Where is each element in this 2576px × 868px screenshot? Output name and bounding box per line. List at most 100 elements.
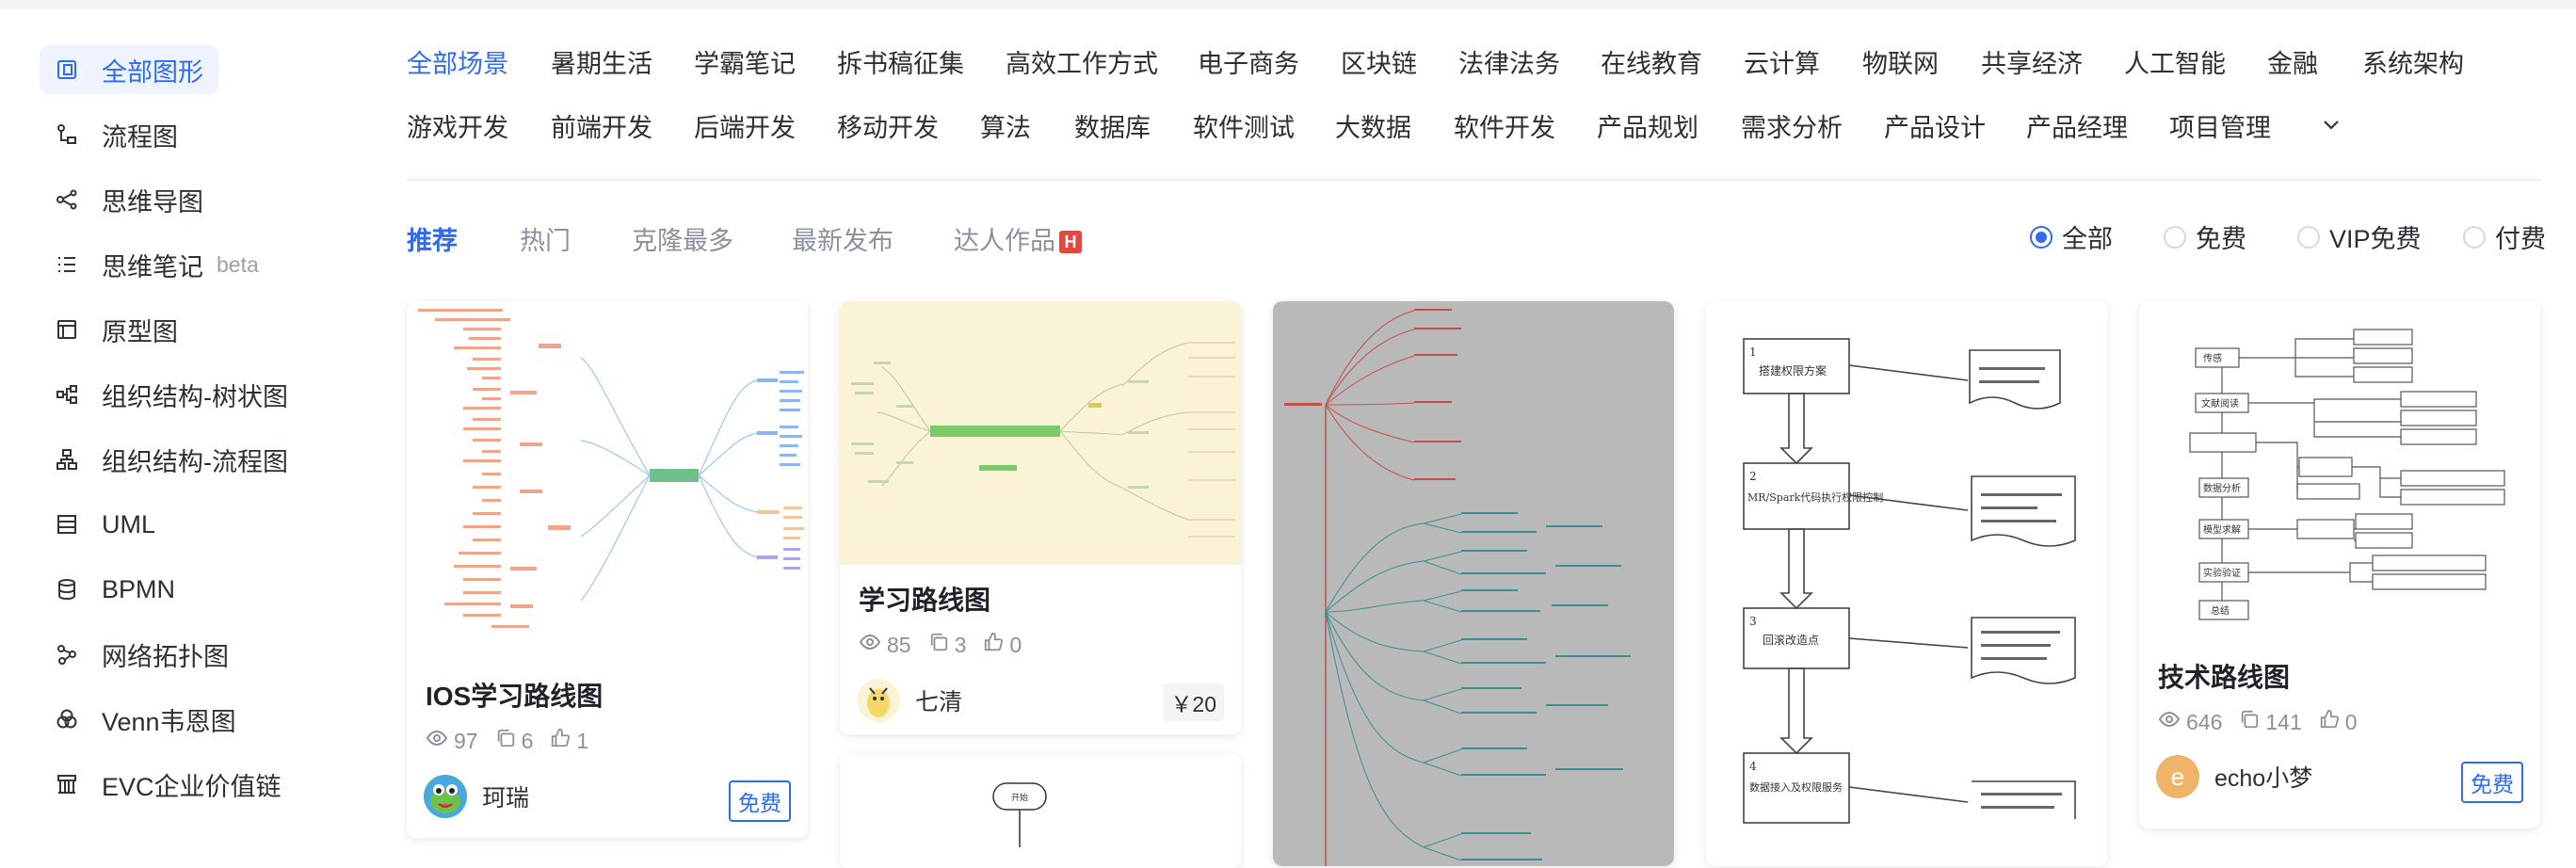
category-item[interactable]: 项目管理: [2169, 107, 2271, 144]
org-tree-icon: [55, 382, 79, 407]
flow-node-text: 文献阅读: [2201, 397, 2239, 410]
card-title[interactable]: 技术路线图: [2158, 657, 2290, 695]
category-item[interactable]: 暑期生活: [551, 43, 652, 80]
flow-node-text: 数据分析: [2203, 482, 2241, 494]
views-stat: 97: [426, 727, 478, 755]
filter-label: 免费: [2196, 225, 2246, 253]
category-item[interactable]: 共享经济: [1981, 43, 2083, 80]
sidebar-item-org-flow[interactable]: 组织结构-流程图: [40, 435, 303, 484]
card-author[interactable]: 七清: [857, 679, 962, 722]
card-thumbnail: [840, 301, 1241, 565]
category-item[interactable]: 产品规划: [1597, 107, 1699, 144]
eye-icon: [426, 727, 454, 755]
category-item[interactable]: 算法: [980, 107, 1031, 144]
radio-icon: [2297, 225, 2320, 249]
category-item[interactable]: 系统架构: [2362, 43, 2464, 80]
price-badge: 免费: [2461, 762, 2523, 803]
sidebar-item-venn[interactable]: Venn韦恩图: [40, 695, 251, 744]
card-author[interactable]: e echo小梦: [2156, 755, 2312, 798]
card-stats: 646 141 0: [2158, 708, 2375, 736]
category-item[interactable]: 软件测试: [1193, 107, 1295, 144]
category-item[interactable]: 移动开发: [837, 107, 939, 144]
card-thumbnail: [1273, 301, 1674, 866]
radio-icon: [2463, 225, 2486, 249]
tab-most-cloned[interactable]: 克隆最多: [632, 220, 733, 257]
tab-hot[interactable]: 热门: [520, 220, 571, 257]
tab-recommended[interactable]: 推荐: [407, 220, 458, 257]
author-name: echo小梦: [2214, 765, 2313, 792]
likes-count: 1: [576, 728, 589, 753]
filter-vip-free[interactable]: VIP免费: [2297, 218, 2422, 255]
hot-badge: H: [1059, 231, 1082, 253]
category-item[interactable]: 前端开发: [551, 107, 652, 144]
sidebar-item-prototype[interactable]: 原型图: [40, 305, 193, 354]
evc-icon: [55, 772, 79, 796]
filter-all[interactable]: 全部: [2030, 218, 2113, 255]
mindmap-icon: [55, 187, 79, 212]
category-item[interactable]: 产品经理: [2026, 107, 2128, 144]
sidebar-item-bpmn[interactable]: BPMN: [40, 565, 190, 614]
sidebar-item-org-tree[interactable]: 组织结构-树状图: [40, 370, 303, 419]
sidebar-item-evc[interactable]: EVC企业价值链: [40, 760, 297, 809]
card-stats: 85 3 0: [859, 631, 1038, 659]
category-item[interactable]: 产品设计: [1884, 107, 1986, 144]
card-title[interactable]: 学习路线图: [859, 580, 990, 618]
org-flow-icon: [55, 447, 79, 472]
category-item[interactable]: 金融: [2267, 43, 2318, 80]
sidebar-item-mind-notes[interactable]: 思维笔记 beta: [40, 240, 274, 289]
category-item[interactable]: 大数据: [1335, 107, 1411, 144]
category-item[interactable]: 云计算: [1744, 43, 1820, 80]
template-card[interactable]: 学习路线图 85 3 0 七清 ￥20: [840, 301, 1241, 734]
sidebar-item-label: 网络拓扑图: [102, 642, 229, 671]
category-item[interactable]: 后端开发: [694, 107, 796, 144]
filter-free[interactable]: 免费: [2164, 218, 2246, 255]
tab-latest[interactable]: 最新发布: [792, 220, 894, 257]
views-count: 97: [454, 728, 478, 753]
category-item[interactable]: 拆书稿征集: [837, 43, 964, 80]
card-title[interactable]: IOS学习路线图: [426, 676, 603, 714]
category-item[interactable]: 软件开发: [1454, 107, 1555, 144]
category-item[interactable]: 数据库: [1074, 107, 1151, 144]
category-item[interactable]: 学霸笔记: [694, 43, 796, 80]
sidebar-item-all-shapes[interactable]: 全部图形: [40, 45, 218, 94]
sidebar-item-uml[interactable]: UML: [40, 500, 170, 549]
category-item[interactable]: 法律法务: [1458, 43, 1560, 80]
category-all[interactable]: 全部场景: [407, 43, 508, 80]
template-card[interactable]: IOS学习路线图 97 6 1 珂瑞 免费: [407, 301, 808, 838]
template-card[interactable]: 传感 文献阅读 数据分析 模型求解 实验验证 总结 技术路线图 646 141 …: [2139, 301, 2540, 828]
flow-step-text: MR/Spark代码执行权限控制: [1747, 490, 1883, 504]
radio-icon: [2164, 225, 2186, 249]
uml-icon: [55, 512, 79, 537]
category-item[interactable]: 需求分析: [1741, 107, 1843, 144]
card-author[interactable]: 珂瑞: [424, 775, 529, 818]
network-icon: [55, 642, 79, 667]
thumbs-up-icon: [983, 632, 1009, 658]
template-card[interactable]: 1 搭建权限方案 2 MR/Spark代码执行权限控制 3 回滚改造点 4 数据…: [1706, 301, 2107, 866]
sidebar-item-label: 组织结构-树状图: [102, 382, 288, 411]
tab-expert-works[interactable]: 达人作品 H: [954, 220, 1082, 257]
card-thumbnail: 1 搭建权限方案 2 MR/Spark代码执行权限控制 3 回滚改造点 4 数据…: [1706, 301, 2107, 866]
template-card[interactable]: [1273, 301, 1674, 866]
sidebar: 全部图形 流程图 思维导图 思维笔记 beta 原型图 组织结构-树状图 组织结…: [0, 9, 358, 827]
filter-paid[interactable]: 付费: [2463, 218, 2546, 255]
category-item[interactable]: 电子商务: [1198, 43, 1299, 80]
price-badge: 免费: [729, 780, 791, 822]
flow-node-text: 总结: [2211, 604, 2230, 617]
likes-stat: 0: [983, 632, 1022, 658]
category-item[interactable]: 区块链: [1341, 43, 1417, 80]
clones-count: 141: [2265, 709, 2302, 734]
eye-icon: [2158, 708, 2186, 736]
category-item[interactable]: 在线教育: [1601, 43, 1702, 80]
views-stat: 646: [2158, 708, 2222, 736]
filter-label: VIP免费: [2329, 225, 2422, 253]
category-item[interactable]: 游戏开发: [407, 107, 508, 144]
sidebar-item-network[interactable]: 网络拓扑图: [40, 630, 244, 679]
template-card[interactable]: 开始: [840, 755, 1241, 868]
category-item[interactable]: 物联网: [1862, 43, 1939, 80]
copy-icon: [928, 632, 955, 658]
expand-categories-button[interactable]: [2320, 113, 2343, 142]
category-item[interactable]: 高效工作方式: [1006, 43, 1158, 80]
sidebar-item-flowchart[interactable]: 流程图: [40, 110, 193, 159]
sidebar-item-mindmap[interactable]: 思维导图: [40, 175, 218, 224]
category-item[interactable]: 人工智能: [2124, 43, 2226, 80]
